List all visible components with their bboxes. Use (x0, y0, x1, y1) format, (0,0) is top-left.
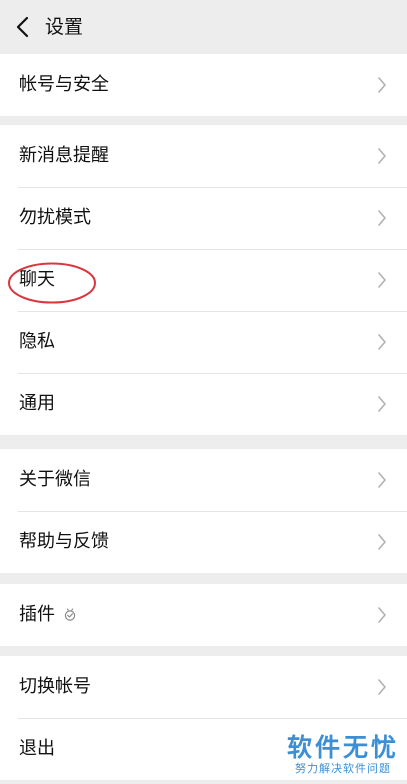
settings-item-label: 帐号与安全 (19, 74, 109, 95)
chevron-right-icon (378, 679, 386, 695)
settings-item-label: 插件 (19, 604, 55, 625)
settings-item-label: 帮助与反馈 (19, 531, 109, 552)
settings-item-label: 切换帐号 (19, 676, 91, 697)
settings-group-account-actions: 切换帐号 退出 (0, 656, 407, 780)
settings-item-label: 隐私 (19, 331, 55, 352)
chevron-right-icon (378, 334, 386, 350)
chevron-right-icon (378, 607, 386, 623)
settings-item-account-security[interactable]: 帐号与安全 (0, 54, 407, 116)
chevron-right-icon (378, 472, 386, 488)
chevron-right-icon (378, 396, 386, 412)
chevron-right-icon (378, 272, 386, 288)
settings-group-plugins: 插件 (0, 584, 407, 646)
settings-item-log-out[interactable]: 退出 (0, 718, 407, 780)
settings-item-chat[interactable]: 聊天 (0, 249, 407, 311)
settings-item-general[interactable]: 通用 (0, 373, 407, 435)
header-bar: 设置 (0, 0, 407, 54)
settings-item-label: 退出 (19, 738, 55, 759)
settings-item-privacy[interactable]: 隐私 (0, 311, 407, 373)
settings-item-do-not-disturb[interactable]: 勿扰模式 (0, 187, 407, 249)
settings-item-help-feedback[interactable]: 帮助与反馈 (0, 511, 407, 573)
settings-item-label: 聊天 (19, 269, 55, 290)
settings-item-label: 通用 (19, 393, 55, 414)
chevron-left-icon[interactable] (10, 13, 38, 41)
settings-group-about: 关于微信 帮助与反馈 (0, 449, 407, 573)
settings-item-plugins[interactable]: 插件 (0, 584, 407, 646)
settings-item-label: 新消息提醒 (19, 145, 109, 166)
chevron-right-icon (378, 77, 386, 93)
settings-item-new-message-notifications[interactable]: 新消息提醒 (0, 125, 407, 187)
chevron-right-icon (378, 534, 386, 550)
settings-item-about-wechat[interactable]: 关于微信 (0, 449, 407, 511)
settings-group-account: 帐号与安全 (0, 54, 407, 116)
settings-item-label: 勿扰模式 (19, 207, 91, 228)
settings-item-switch-account[interactable]: 切换帐号 (0, 656, 407, 718)
plugin-icon (64, 608, 76, 621)
chevron-right-icon (378, 148, 386, 164)
page-title: 设置 (45, 16, 84, 38)
settings-group-main: 新消息提醒 勿扰模式 聊天 隐私 通用 (0, 125, 407, 435)
chevron-right-icon (378, 210, 386, 226)
settings-item-label: 关于微信 (19, 469, 91, 490)
